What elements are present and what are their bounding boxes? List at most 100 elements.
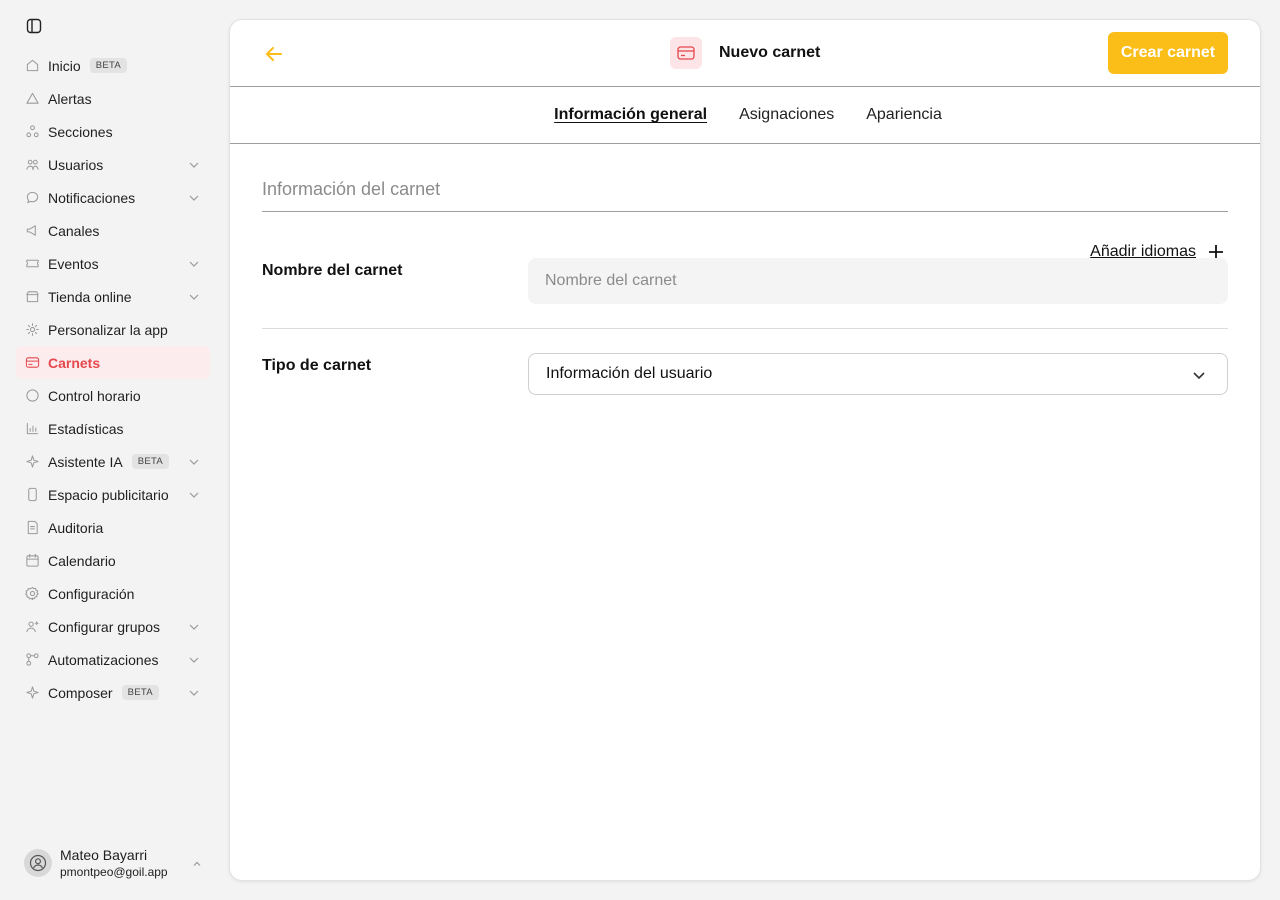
- beta-badge: BETA: [131, 454, 170, 469]
- type-field-row: Tipo de carnet Información del usuario: [262, 353, 1228, 395]
- chevron-down-icon[interactable]: [187, 488, 200, 501]
- store-icon: [24, 289, 40, 305]
- sidebar: Inicio BETA Alertas Secciones Usuarios Notifi…: [0, 0, 218, 900]
- sidebar-item-label: Secciones: [48, 123, 113, 140]
- sidebar-item-espacio-publicitario[interactable]: Espacio publicitario: [16, 478, 210, 511]
- sidebar-item-carnets[interactable]: Carnets: [16, 346, 210, 379]
- sidebar-item-label: Carnets: [48, 354, 101, 371]
- sidebar-item-label: Personalizar la app: [48, 321, 168, 338]
- sidebar-item-label: Control horario: [48, 387, 141, 404]
- chevron-down-icon[interactable]: [187, 686, 200, 699]
- sidebar-item-label: Estadísticas: [48, 420, 124, 437]
- sidebar-item-inicio[interactable]: Inicio BETA: [16, 49, 210, 82]
- sidebar-item-composer[interactable]: Composer BETA: [16, 676, 210, 709]
- card-icon: [24, 355, 40, 371]
- user-menu[interactable]: Mateo Bayarri pmontpeo@goil.app: [24, 844, 210, 882]
- gear-icon: [24, 586, 40, 602]
- sidebar-item-configuracion[interactable]: Configuración: [16, 577, 210, 610]
- type-field-label: Tipo de carnet: [262, 357, 372, 374]
- tab-assignments[interactable]: Asignaciones: [739, 106, 834, 124]
- page-header: Nuevo carnet Crear carnet: [230, 20, 1260, 87]
- tab-general-info[interactable]: Información general: [554, 106, 707, 124]
- sidebar-item-label: Configuración: [48, 585, 135, 602]
- tab-bar: Información general Asignaciones Aparien…: [230, 87, 1260, 144]
- sidebar-item-control-horario[interactable]: Control horario: [16, 379, 210, 412]
- user-name: Mateo Bayarri: [60, 847, 148, 863]
- card-type-select[interactable]: Información del usuario: [528, 353, 1228, 395]
- card-icon: [670, 37, 702, 69]
- sidebar-item-label: Canales: [48, 222, 100, 239]
- chevron-down-icon[interactable]: [187, 257, 200, 270]
- sidebar-item-tienda-online[interactable]: Tienda online: [16, 280, 210, 313]
- sidebar-item-label: Calendario: [48, 552, 116, 569]
- chevron-down-icon[interactable]: [187, 158, 200, 171]
- chevron-down-icon[interactable]: [187, 290, 200, 303]
- sidebar-item-label: Inicio: [48, 57, 81, 74]
- sidebar-item-automatizaciones[interactable]: Automatizaciones: [16, 643, 210, 676]
- calendar-icon: [24, 553, 40, 569]
- audit-icon: [24, 520, 40, 536]
- name-field-input[interactable]: [528, 258, 1228, 304]
- alert-icon: [24, 91, 40, 107]
- divider: [262, 328, 1228, 329]
- avatar: [24, 849, 52, 877]
- create-card-button[interactable]: Crear carnet: [1108, 32, 1228, 74]
- megaphone-icon: [24, 223, 40, 239]
- sidebar-item-auditoria[interactable]: Auditoria: [16, 511, 210, 544]
- tab-appearance[interactable]: Apariencia: [866, 106, 942, 124]
- sections-icon: [24, 124, 40, 140]
- sidebar-item-label: Eventos: [48, 255, 99, 272]
- page-title-group: Nuevo carnet: [670, 37, 820, 69]
- sidebar-item-alertas[interactable]: Alertas: [16, 82, 210, 115]
- sidebar-item-usuarios[interactable]: Usuarios: [16, 148, 210, 181]
- chart-icon: [24, 421, 40, 437]
- sidebar-item-label: Usuarios: [48, 156, 104, 173]
- sidebar-item-label: Tienda online: [48, 288, 132, 305]
- sidebar-item-personalizar-la-app[interactable]: Personalizar la app: [16, 313, 210, 346]
- chevron-down-icon: [1191, 367, 1207, 383]
- chevron-up-icon: [192, 856, 202, 874]
- beta-badge: BETA: [121, 685, 159, 700]
- name-field-label: Nombre del carnet: [262, 262, 403, 279]
- chevron-down-icon[interactable]: [187, 653, 200, 666]
- clock-icon: [24, 388, 40, 404]
- back-arrow-icon[interactable]: [262, 42, 286, 66]
- group-icon: [24, 619, 40, 635]
- sidebar-nav: Inicio BETA Alertas Secciones Usuarios Notifi…: [16, 49, 210, 709]
- customize-icon: [24, 322, 40, 338]
- sidebar-item-label: Configurar grupos: [48, 618, 161, 635]
- sidebar-item-secciones[interactable]: Secciones: [16, 115, 210, 148]
- beta-badge: BETA: [89, 58, 127, 73]
- sidebar-item-label: Alertas: [48, 90, 92, 107]
- chevron-down-icon[interactable]: [187, 191, 200, 204]
- sidebar-item-label: Automatizaciones: [48, 651, 159, 668]
- sidebar-item-configurar-grupos[interactable]: Configurar grupos: [16, 610, 210, 643]
- sidebar-item-label: Notificaciones: [48, 189, 136, 206]
- page-title: Nuevo carnet: [719, 44, 821, 61]
- sidebar-item-label: Auditoria: [48, 519, 104, 536]
- sparkle-icon: [24, 454, 40, 470]
- sidebar-item-eventos[interactable]: Eventos: [16, 247, 210, 280]
- card-type-selected-value: Información del usuario: [546, 365, 713, 382]
- section-title: Información del carnet: [262, 179, 1228, 212]
- chevron-down-icon[interactable]: [187, 455, 200, 468]
- sidebar-toggle-icon[interactable]: [24, 16, 44, 36]
- sidebar-item-calendario[interactable]: Calendario: [16, 544, 210, 577]
- chevron-down-icon[interactable]: [187, 620, 200, 633]
- sidebar-item-label: Composer: [48, 684, 113, 701]
- phone-icon: [24, 487, 40, 503]
- user-email: pmontpeo@goil.app: [60, 865, 168, 879]
- automation-icon: [24, 652, 40, 668]
- home-icon: [24, 58, 40, 74]
- main-panel: Nuevo carnet Crear carnet Información ge…: [230, 20, 1260, 880]
- ticket-icon: [24, 256, 40, 272]
- sidebar-item-label: Espacio publicitario: [48, 486, 169, 503]
- sidebar-item-notificaciones[interactable]: Notificaciones: [16, 181, 210, 214]
- sidebar-item-estadisticas[interactable]: Estadísticas: [16, 412, 210, 445]
- message-icon: [24, 190, 40, 206]
- sparkle-icon: [24, 685, 40, 701]
- name-field-row: Nombre del carnet: [262, 258, 1228, 328]
- users-icon: [24, 157, 40, 173]
- sidebar-item-asistente-ia[interactable]: Asistente IA BETA: [16, 445, 210, 478]
- sidebar-item-canales[interactable]: Canales: [16, 214, 210, 247]
